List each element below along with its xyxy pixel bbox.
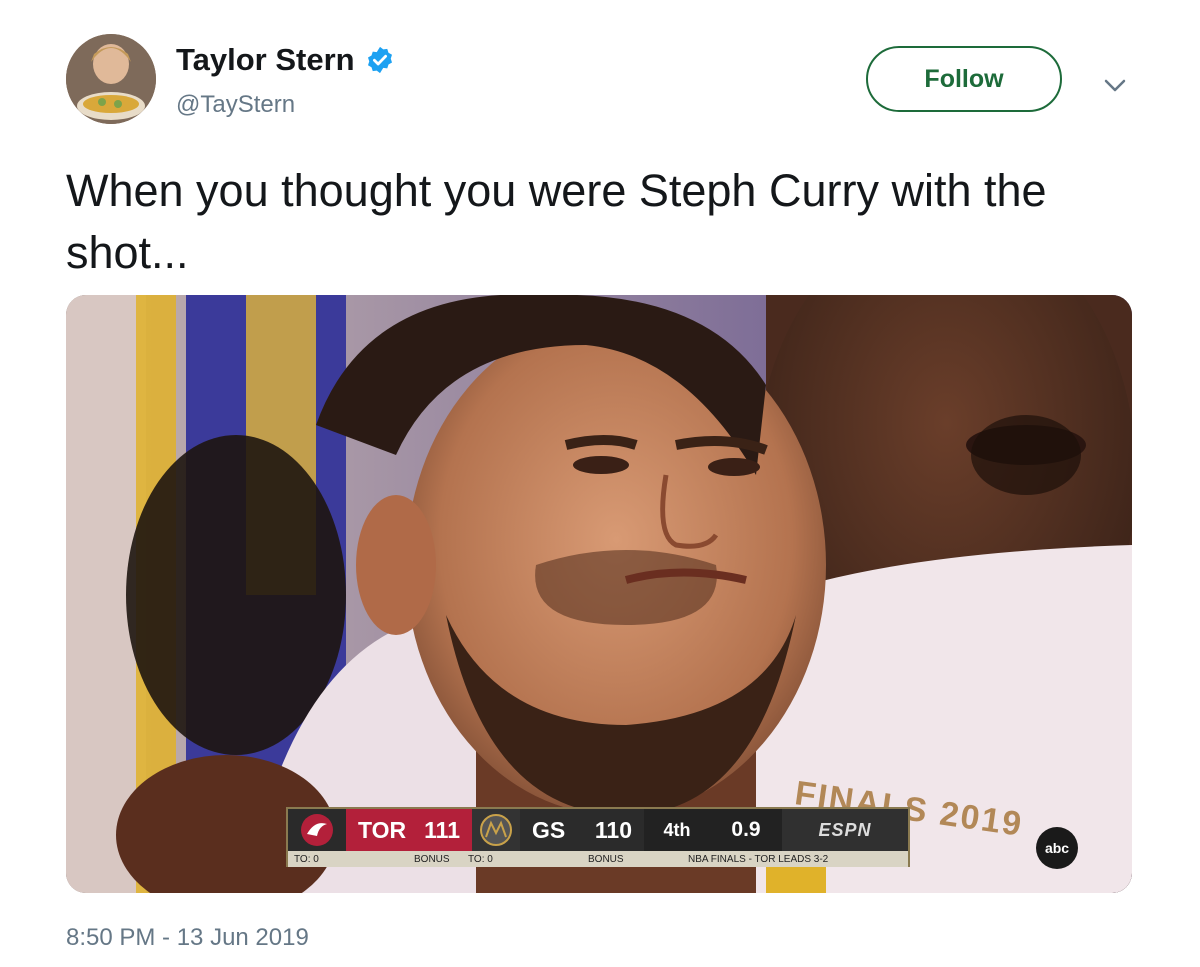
team1-timeouts: TO: 0 xyxy=(294,853,319,865)
avatar-image xyxy=(66,34,156,124)
tweet-text: When you thought you were Steph Curry wi… xyxy=(66,165,1047,278)
chevron-down-icon[interactable] xyxy=(1100,70,1130,100)
author-name-row: Taylor Stern xyxy=(176,42,395,78)
author-name[interactable]: Taylor Stern xyxy=(176,42,355,78)
series-note: NBA FINALS - TOR LEADS 3-2 xyxy=(688,853,829,865)
team1-block: TOR 111 xyxy=(346,809,472,851)
team1-abbr: TOR xyxy=(358,816,407,843)
game-clock: 0.9 xyxy=(710,809,782,851)
author-handle[interactable]: @TayStern xyxy=(176,91,295,119)
scoreboard: TOR 111 GS 110 4th 0.9 ESPN TO: 0 BONUS … xyxy=(286,807,910,867)
team1-score: 111 xyxy=(424,816,460,843)
tweet-timestamp[interactable]: 8:50 PM - 13 Jun 2019 xyxy=(66,924,309,952)
team2-score: 110 xyxy=(594,816,632,843)
network-logo: ESPN xyxy=(782,809,908,851)
scoreboard-main-row: TOR 111 GS 110 4th 0.9 ESPN xyxy=(288,809,908,851)
team2-bonus: BONUS xyxy=(588,853,624,865)
author-avatar[interactable] xyxy=(66,34,156,124)
follow-button[interactable]: Follow xyxy=(866,46,1062,112)
raptors-logo-icon xyxy=(288,809,346,851)
team2-timeouts: TO: 0 xyxy=(468,853,493,865)
quarter-label: 4th xyxy=(644,809,710,851)
team1-bonus: BONUS xyxy=(414,853,450,865)
verified-badge-icon xyxy=(367,46,392,74)
broadcaster-logo: abc xyxy=(1036,827,1078,869)
warriors-logo-icon xyxy=(472,809,520,851)
team2-block: GS 110 xyxy=(520,809,644,851)
scoreboard-footer: TO: 0 BONUS TO: 0 BONUS NBA FINALS - TOR… xyxy=(288,851,908,867)
team2-abbr: GS xyxy=(532,816,566,843)
tweet-media-image[interactable]: FINALS 2019 TOR 111 GS 110 4th 0.9 ESPN … xyxy=(66,295,1132,893)
